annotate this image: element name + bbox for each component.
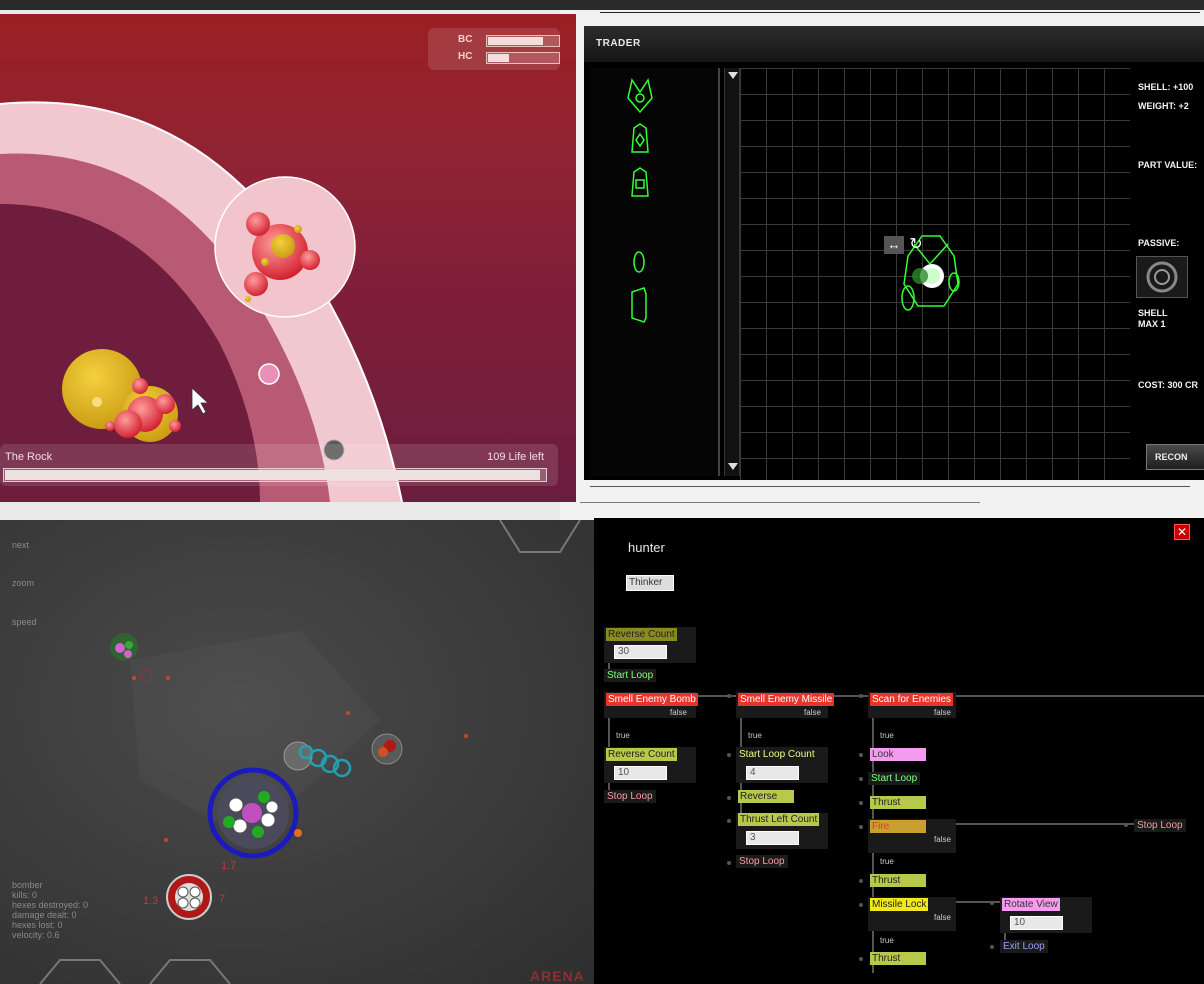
target-health-fill xyxy=(5,470,540,480)
node-start-loop[interactable]: Start Loop xyxy=(604,669,657,682)
arena-stat-line: hexes lost: 0 xyxy=(12,920,63,930)
pickup-orb[interactable] xyxy=(258,363,280,385)
arena-stat-line: kills: 0 xyxy=(12,890,38,900)
part-core-icon[interactable] xyxy=(631,123,649,153)
node-stop-loop[interactable]: Stop Loop xyxy=(736,855,788,868)
part-wing-icon[interactable] xyxy=(627,78,653,114)
stat-shell: SHELL: +100 xyxy=(1138,82,1194,92)
passive-max: MAX 1 xyxy=(1138,319,1166,329)
false-label: false xyxy=(934,835,951,844)
scroll-up-icon[interactable] xyxy=(728,72,738,79)
passive-name: SHELL xyxy=(1138,308,1168,318)
node-thrust[interactable]: Thrust xyxy=(870,796,926,809)
thinker-button[interactable]: Thinker xyxy=(626,575,674,591)
node-stop-loop[interactable]: Stop Loop xyxy=(1134,819,1186,832)
node-reverse-count[interactable]: Reverse Count xyxy=(606,628,677,641)
move-icon[interactable]: ↔ xyxy=(884,236,904,254)
arena-next-button[interactable]: next xyxy=(12,540,29,550)
stat-weight: WEIGHT: +2 xyxy=(1138,101,1189,111)
parts-list xyxy=(590,68,720,476)
arena-speed-button[interactable]: speed xyxy=(12,617,37,627)
node-start-loop[interactable]: Start Loop xyxy=(868,772,921,785)
node-smell-enemy-missile[interactable]: Smell Enemy Missile xyxy=(738,693,835,706)
true-label: true xyxy=(616,731,630,740)
bc-meter-fill xyxy=(488,37,543,45)
start-loop-count-input[interactable]: 4 xyxy=(746,766,799,780)
reverse-count-input[interactable]: 10 xyxy=(614,766,667,780)
hud-meters: BC HC xyxy=(428,28,560,70)
hc-meter: HC xyxy=(436,51,560,64)
node-start-loop-count[interactable]: Start Loop Count xyxy=(736,748,818,761)
arena-stats: bomber kills: 0 hexes destroyed: 0 damag… xyxy=(12,880,88,940)
top-bar xyxy=(0,0,1204,10)
node-look[interactable]: Look xyxy=(870,748,926,761)
ship-preview[interactable] xyxy=(740,68,1130,480)
node-smell-enemy-bomb[interactable]: Smell Enemy Bomb xyxy=(606,693,698,706)
parts-scrollbar[interactable] xyxy=(724,68,740,476)
ai-editor-panel: ✕ hunter Thinker Reverse Count 30 Start … xyxy=(594,518,1204,984)
recon-button[interactable]: RECON xyxy=(1146,444,1204,470)
arena-logo: ARENA xyxy=(530,968,585,984)
node-reverse[interactable]: Reverse xyxy=(738,790,794,803)
rotate-view-input[interactable]: 10 xyxy=(1010,916,1063,930)
part-armor-icon[interactable] xyxy=(631,167,649,197)
ai-title: hunter xyxy=(628,540,665,555)
arena-number-c: 7 xyxy=(219,893,226,905)
bot-enemy-right[interactable] xyxy=(371,733,403,765)
parts-icons xyxy=(627,78,653,323)
ship-build-grid[interactable]: ↔ ↻ xyxy=(740,68,1130,480)
arena-stat-line: velocity: 0.6 xyxy=(12,930,60,940)
true-label: true xyxy=(880,936,894,945)
arena-number-b: 1.3 xyxy=(143,895,159,907)
node-rotate-view[interactable]: Rotate View xyxy=(1002,898,1060,911)
stat-passive: PASSIVE: xyxy=(1138,238,1180,248)
node-scan-for-enemies[interactable]: Scan for Enemies xyxy=(870,693,953,706)
node-exit-loop[interactable]: Exit Loop xyxy=(1000,940,1048,953)
stat-part-value: PART VALUE: xyxy=(1138,160,1198,170)
arena-stat-line: bomber xyxy=(12,880,43,890)
false-label: false xyxy=(934,913,951,922)
arena-scene xyxy=(39,520,581,984)
scroll-down-icon[interactable] xyxy=(728,463,738,470)
part-shell-icon[interactable] xyxy=(631,287,647,323)
trader-panel: TRADER ↔ ↻ SHELL: +100 WEIGHT: +2 PART V… xyxy=(584,26,1204,480)
node-fire[interactable]: Fire xyxy=(870,820,926,833)
false-label: false xyxy=(804,708,821,717)
hc-meter-fill xyxy=(488,54,509,62)
node-missile-lock[interactable]: Missile Lock xyxy=(870,898,929,911)
true-label: true xyxy=(748,731,762,740)
bot-enemy-bottom[interactable] xyxy=(166,874,212,920)
true-label: true xyxy=(880,857,894,866)
node-thrust[interactable]: Thrust xyxy=(870,952,926,965)
trader-header: TRADER xyxy=(584,26,1204,62)
node-thrust-left-count[interactable]: Thrust Left Count xyxy=(738,813,820,826)
arena-stat-line: hexes destroyed: 0 xyxy=(12,900,89,910)
part-stats: SHELL: +100 WEIGHT: +2 PART VALUE: PASSI… xyxy=(1132,68,1204,480)
trader-title: TRADER xyxy=(596,38,641,49)
node-stop-loop[interactable]: Stop Loop xyxy=(604,790,656,803)
target-name: The Rock xyxy=(5,451,53,463)
part-cost: COST: 300 CR xyxy=(1138,380,1199,390)
rock-game-scene xyxy=(0,101,403,502)
node-thrust[interactable]: Thrust xyxy=(870,874,926,887)
arena-number-a: 1.7 xyxy=(221,860,237,872)
rock-game-panel: BC HC The Rock 109 Life left xyxy=(0,14,576,502)
target-health-panel: The Rock 109 Life left xyxy=(0,444,558,486)
bc-meter: BC xyxy=(436,34,560,47)
false-label: false xyxy=(670,708,687,717)
node-reverse-count[interactable]: Reverse Count xyxy=(606,748,677,761)
arena-panel: next zoom speed 1.7 1.3 7 bomber kills: … xyxy=(0,520,596,984)
false-label: false xyxy=(934,708,951,717)
target-life-text: 109 Life left xyxy=(487,451,544,463)
arena-zoom-button[interactable]: zoom xyxy=(12,578,34,588)
thrust-left-count-input[interactable]: 3 xyxy=(746,831,799,845)
rotate-icon[interactable]: ↻ xyxy=(906,236,926,254)
true-label: true xyxy=(880,731,894,740)
passive-shell-icon[interactable] xyxy=(1136,256,1188,298)
reverse-count-input[interactable]: 30 xyxy=(614,645,667,659)
close-icon[interactable]: ✕ xyxy=(1174,524,1190,540)
arena-stat-line: damage dealt: 0 xyxy=(12,910,77,920)
target-health-bar xyxy=(3,468,547,482)
part-pod-icon[interactable] xyxy=(633,251,645,273)
